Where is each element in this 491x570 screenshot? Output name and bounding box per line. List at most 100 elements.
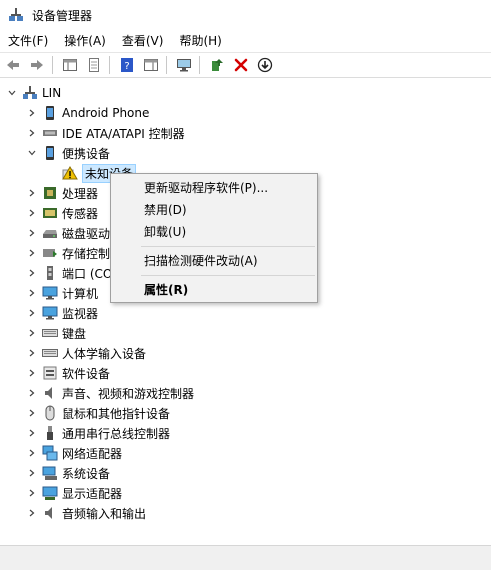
speaker-icon	[42, 385, 58, 401]
tree-item[interactable]: 声音、视频和游戏控制器	[26, 383, 194, 403]
menu-scan-hardware[interactable]: 扫描检测硬件改动(A)	[144, 251, 258, 271]
chevron-right-icon[interactable]	[26, 183, 38, 203]
tree-item[interactable]: 处理器	[26, 183, 98, 203]
monitor-scan-icon	[177, 59, 191, 72]
tree-item[interactable]: 系统设备	[26, 463, 110, 483]
title-bar: 设备管理器	[0, 0, 491, 30]
storage-controller-icon	[42, 245, 58, 261]
phone-icon	[42, 105, 58, 121]
chevron-right-icon[interactable]	[26, 203, 38, 223]
toolbar-separator	[52, 56, 53, 74]
chevron-right-icon[interactable]	[26, 503, 38, 523]
chevron-right-icon[interactable]	[26, 423, 38, 443]
port-icon	[42, 265, 58, 281]
update-driver-button[interactable]	[206, 54, 228, 76]
menu-view[interactable]: 查看(V)	[114, 30, 172, 52]
chevron-right-icon[interactable]	[26, 443, 38, 463]
system-device-icon	[42, 465, 58, 481]
menu-action[interactable]: 操作(A)	[56, 30, 114, 52]
tree-item-label: 处理器	[62, 186, 99, 201]
action-pane-icon	[144, 59, 158, 71]
arrow-left-icon	[7, 60, 19, 70]
tree-item-label: 便携设备	[62, 146, 111, 161]
tree-item[interactable]: 传感器	[26, 203, 98, 223]
menu-disable[interactable]: 禁用(D)	[144, 200, 187, 220]
tree-root-label: LIN	[42, 86, 62, 100]
tree-item[interactable]: 音频输入和输出	[26, 503, 146, 523]
show-hide-tree-button[interactable]	[59, 54, 81, 76]
menu-help[interactable]: 帮助(H)	[171, 30, 229, 52]
tree-item[interactable]: 鼠标和其他指针设备	[26, 403, 170, 423]
properties-button[interactable]	[83, 54, 105, 76]
chevron-right-icon[interactable]	[26, 363, 38, 383]
network-icon	[42, 445, 58, 461]
tree-item[interactable]: 便携设备	[26, 143, 110, 163]
tree-item[interactable]: 网络适配器	[26, 443, 122, 463]
toolbar-separator	[166, 56, 167, 74]
tree-item[interactable]: 磁盘驱动器	[26, 223, 122, 243]
tree-item-label: 人体学输入设备	[62, 346, 147, 361]
chevron-right-icon[interactable]	[26, 343, 38, 363]
device-tree: LIN Android Phone IDE ATA/ATAPI 控制器 便携设备…	[0, 79, 491, 545]
disk-icon	[42, 225, 58, 241]
tree-item[interactable]: 显示适配器	[26, 483, 122, 503]
menu-separator	[141, 246, 315, 247]
software-device-icon	[42, 365, 58, 381]
tree-item[interactable]: IDE ATA/ATAPI 控制器	[26, 123, 185, 143]
menu-uninstall[interactable]: 卸载(U)	[144, 222, 186, 242]
uninstall-button[interactable]	[230, 54, 252, 76]
chevron-right-icon[interactable]	[26, 303, 38, 323]
device-manager-icon	[9, 8, 23, 21]
chevron-down-icon[interactable]	[6, 83, 18, 103]
menu-update-driver[interactable]: 更新驱动程序软件(P)...	[144, 178, 268, 198]
tree-item-label: 通用串行总线控制器	[62, 426, 171, 441]
chevron-right-icon[interactable]	[26, 283, 38, 303]
menu-properties[interactable]: 属性(R)	[144, 280, 188, 300]
tree-item[interactable]: 计算机	[26, 283, 98, 303]
tree-item[interactable]: 监视器	[26, 303, 98, 323]
display-adapter-icon	[42, 485, 58, 501]
audio-io-icon	[42, 505, 58, 521]
tree-item-label: 声音、视频和游戏控制器	[62, 386, 195, 401]
chevron-right-icon[interactable]	[26, 463, 38, 483]
svg-text:?: ?	[124, 61, 129, 72]
tree-item[interactable]: 键盘	[26, 323, 86, 343]
help-button[interactable]: ?	[116, 54, 138, 76]
chevron-right-icon[interactable]	[26, 263, 38, 283]
tree-item[interactable]: 通用串行总线控制器	[26, 423, 170, 443]
tree-item-label: 计算机	[62, 286, 99, 301]
sensor-icon	[42, 205, 58, 221]
tree-root[interactable]: LIN	[6, 83, 61, 103]
computer-tree-icon	[22, 85, 38, 101]
tree-item-label: 键盘	[62, 326, 87, 341]
monitor-icon	[42, 305, 58, 321]
computer-icon	[42, 285, 58, 301]
tree-item[interactable]: 存储控制器	[26, 243, 122, 263]
tree-item-label: 传感器	[62, 206, 99, 221]
tree-item[interactable]: 人体学输入设备	[26, 343, 146, 363]
chevron-right-icon[interactable]	[26, 103, 38, 123]
chevron-right-icon[interactable]	[26, 223, 38, 243]
chevron-right-icon[interactable]	[26, 243, 38, 263]
tree-item[interactable]: Android Phone	[26, 103, 149, 123]
enable-device-button[interactable]	[254, 54, 276, 76]
menu-file[interactable]: 文件(F)	[0, 30, 56, 52]
chevron-right-icon[interactable]	[26, 323, 38, 343]
chevron-right-icon[interactable]	[26, 123, 38, 143]
scan-hardware-button[interactable]	[173, 54, 195, 76]
chevron-down-icon[interactable]	[26, 143, 38, 163]
forward-button[interactable]	[26, 54, 48, 76]
chevron-right-icon[interactable]	[26, 483, 38, 503]
chevron-right-icon[interactable]	[26, 403, 38, 423]
mouse-icon	[42, 405, 58, 421]
download-circle-icon	[257, 57, 273, 73]
chevron-right-icon[interactable]	[26, 383, 38, 403]
expander-placeholder	[46, 163, 58, 183]
tree-item-label: IDE ATA/ATAPI 控制器	[62, 126, 185, 141]
back-button[interactable]	[2, 54, 24, 76]
action-pane-button[interactable]	[140, 54, 162, 76]
tree-item-label: 显示适配器	[62, 486, 123, 501]
delete-x-icon	[234, 58, 248, 72]
tree-item-label: 监视器	[62, 306, 99, 321]
tree-item[interactable]: 软件设备	[26, 363, 110, 383]
